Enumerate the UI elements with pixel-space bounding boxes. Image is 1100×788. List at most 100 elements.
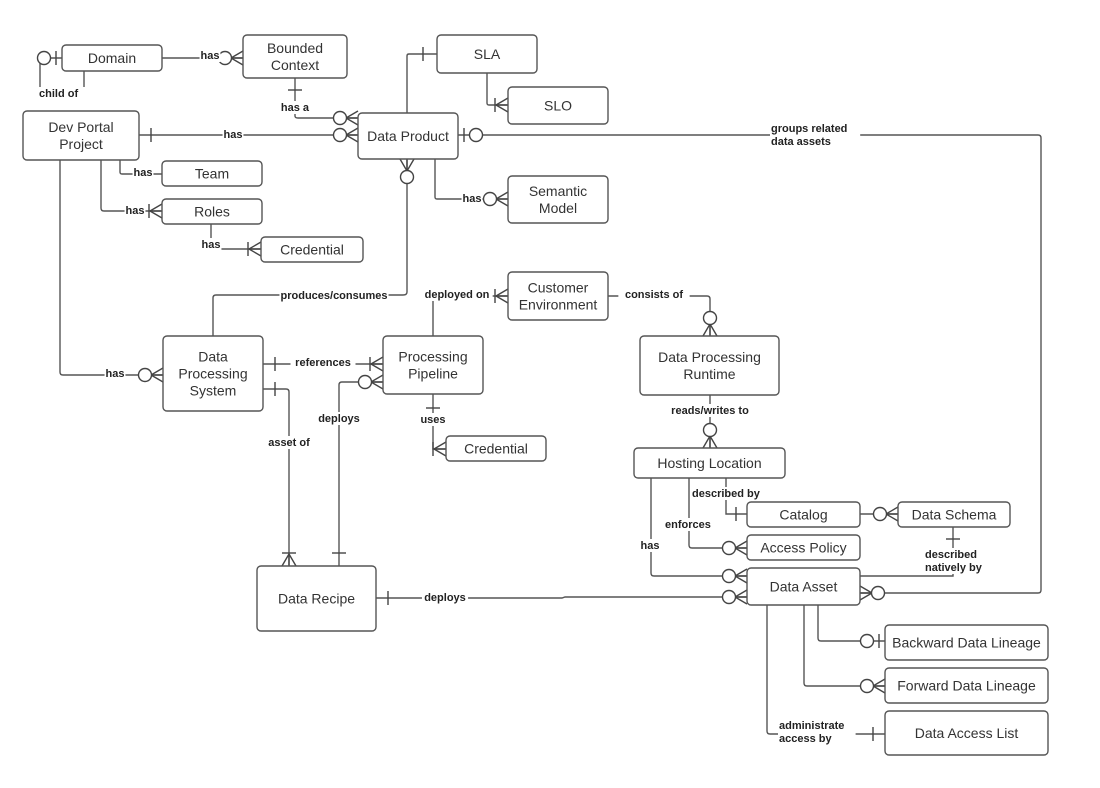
relationship-label: has [641, 540, 660, 552]
entity-domain[interactable]: Domain [61, 44, 163, 72]
entity-label: Catalog [779, 507, 827, 523]
entity-dev-portal-project[interactable]: Dev PortalProject [22, 110, 140, 161]
rel-label-dps-produces-consumes: produces/consumes [279, 289, 389, 302]
entity-data-schema[interactable]: Data Schema [897, 501, 1011, 528]
zero-or-many-circle [872, 506, 888, 522]
zero-or-many-crow [872, 678, 886, 694]
entity-label: SLA [474, 46, 501, 62]
entity-label: Roles [194, 204, 230, 220]
entity-label: Data Access List [915, 725, 1019, 741]
entity-label: Project [59, 136, 103, 152]
zero-or-many-circle [332, 110, 348, 126]
zero-or-one-circle [859, 633, 875, 649]
one-or-many-crow [149, 203, 163, 219]
relationship-label: references [295, 357, 351, 369]
entity-backward-lineage[interactable]: Backward Data Lineage [884, 624, 1049, 661]
entity-label: Customer [528, 280, 589, 296]
one-or-many-crow [370, 356, 384, 372]
relationship-label: asset of [268, 437, 310, 449]
rel-label-dps-references: references [290, 356, 356, 369]
relationship-label: groups related [771, 123, 847, 135]
entity-label: Data Recipe [278, 591, 355, 607]
zero-or-many-circle [721, 540, 737, 556]
entity-data-product[interactable]: Data Product [357, 112, 459, 160]
relationship-label: consists of [625, 289, 683, 301]
entity-customer-environment[interactable]: CustomerEnvironment [507, 271, 609, 321]
one-or-many-crow [495, 97, 509, 113]
relationship-label: has [224, 129, 243, 141]
entity-access-policy[interactable]: Access Policy [746, 534, 861, 561]
rel-label-recipe-asset-of: asset of [262, 436, 316, 449]
rel-label-dp-groups-assets: groups relateddata assets [770, 122, 861, 148]
entity-team[interactable]: Team [161, 160, 263, 187]
one-or-many-crow [495, 288, 509, 304]
relationship-label: data assets [771, 136, 831, 148]
entity-data-access-list[interactable]: Data Access List [884, 710, 1049, 756]
relationship-label: has [134, 167, 153, 179]
entity-roles[interactable]: Roles [161, 198, 263, 225]
rel-label-domain-child-of: child of [38, 87, 91, 100]
entity-label: Dev Portal [48, 119, 113, 135]
entity-data-asset[interactable]: Data Asset [746, 567, 861, 606]
zero-or-many-crow [885, 506, 899, 522]
rel-label-hosting-has: has [639, 539, 661, 552]
rel-label-recipe-deploys-asset: deploys [421, 591, 469, 604]
entity-processing-pipeline[interactable]: ProcessingPipeline [382, 335, 484, 395]
relationship-label: described by [692, 488, 761, 500]
zero-or-many-crow [150, 367, 164, 383]
entity-data-recipe[interactable]: Data Recipe [256, 565, 377, 632]
relationship-label: access by [779, 733, 832, 745]
er-diagram: child of has has a has groups relateddata as… [22, 34, 1049, 756]
zero-or-many-circle [137, 367, 153, 383]
entity-label: Data Asset [770, 579, 838, 595]
rel-label-devportal-has-dps: has [104, 367, 126, 380]
recipe-pipeline-line [338, 381, 383, 566]
entity-bounded-context[interactable]: BoundedContext [242, 34, 348, 79]
entity-credential-pipeline[interactable]: Credential [445, 435, 547, 462]
env-runtime-line [608, 295, 711, 336]
asset-backward-line [817, 605, 885, 642]
zero-or-many-circle [482, 191, 498, 207]
zero-or-many-circle [721, 568, 737, 584]
entity-credential-roles[interactable]: Credential [260, 236, 364, 263]
rel-label-devportal-has-team: has [132, 166, 154, 179]
entity-label: Access Policy [760, 540, 846, 556]
zero-or-many-circle [870, 585, 886, 601]
entity-label: Domain [88, 50, 136, 66]
zero-or-many-circle [702, 310, 718, 326]
entity-label: System [190, 383, 237, 399]
zero-or-one-circle [468, 127, 484, 143]
entity-slo[interactable]: SLO [507, 86, 609, 125]
zero-or-many-crow [345, 127, 359, 143]
rel-label-domain-has-bc: has [199, 49, 221, 62]
entity-data-processing-system[interactable]: DataProcessingSystem [162, 335, 264, 412]
entity-catalog[interactable]: Catalog [746, 501, 861, 528]
entity-label: Credential [280, 242, 344, 258]
dp-sla-line [406, 53, 437, 113]
entity-label: Runtime [683, 366, 735, 382]
entity-semantic-model[interactable]: SemanticModel [507, 175, 609, 224]
rel-label-dp-has-semantic: has [461, 192, 483, 205]
devportal-dps-line [59, 160, 163, 376]
relationship-label: described [925, 549, 977, 561]
entity-forward-lineage[interactable]: Forward Data Lineage [884, 667, 1049, 704]
relationship-label: has [106, 368, 125, 380]
entity-sla[interactable]: SLA [436, 34, 538, 74]
entity-label: Data Schema [912, 507, 997, 523]
entity-hosting-location[interactable]: Hosting Location [633, 447, 786, 479]
entity-data-processing-runtime[interactable]: Data ProcessingRuntime [639, 335, 780, 396]
relationship-label: administrate [779, 720, 844, 732]
relationship-label: produces/consumes [281, 290, 388, 302]
rel-label-bc-has-a: has a [278, 101, 312, 114]
entity-label: SLO [544, 98, 572, 114]
zero-or-many-crow [702, 323, 718, 337]
entity-label: Model [539, 200, 577, 216]
zero-or-one-circle [36, 50, 52, 66]
relationship-label: has [126, 205, 145, 217]
relationship-label: deploys [318, 413, 360, 425]
one-or-many-crow [248, 241, 262, 257]
rel-label-devportal-has-dp: has [222, 128, 244, 141]
relationship-label: uses [420, 414, 445, 426]
relationship-label: deployed on [425, 289, 490, 301]
entity-label: Hosting Location [657, 455, 761, 471]
